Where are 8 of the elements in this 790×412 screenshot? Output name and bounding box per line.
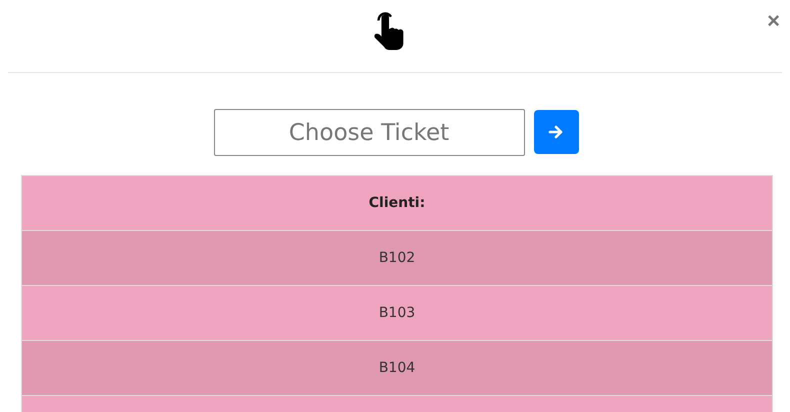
table-row[interactable]: B103 bbox=[22, 285, 772, 340]
submit-button[interactable] bbox=[534, 110, 578, 154]
arrow-right-icon bbox=[548, 124, 564, 140]
table-row[interactable]: B102 bbox=[22, 230, 772, 285]
ticket-input-field[interactable]: Choose Ticket bbox=[214, 109, 524, 156]
column-header: Clienti: bbox=[22, 175, 772, 230]
table-row[interactable]: B104 bbox=[22, 340, 772, 395]
close-button[interactable]: × bbox=[765, 8, 782, 34]
